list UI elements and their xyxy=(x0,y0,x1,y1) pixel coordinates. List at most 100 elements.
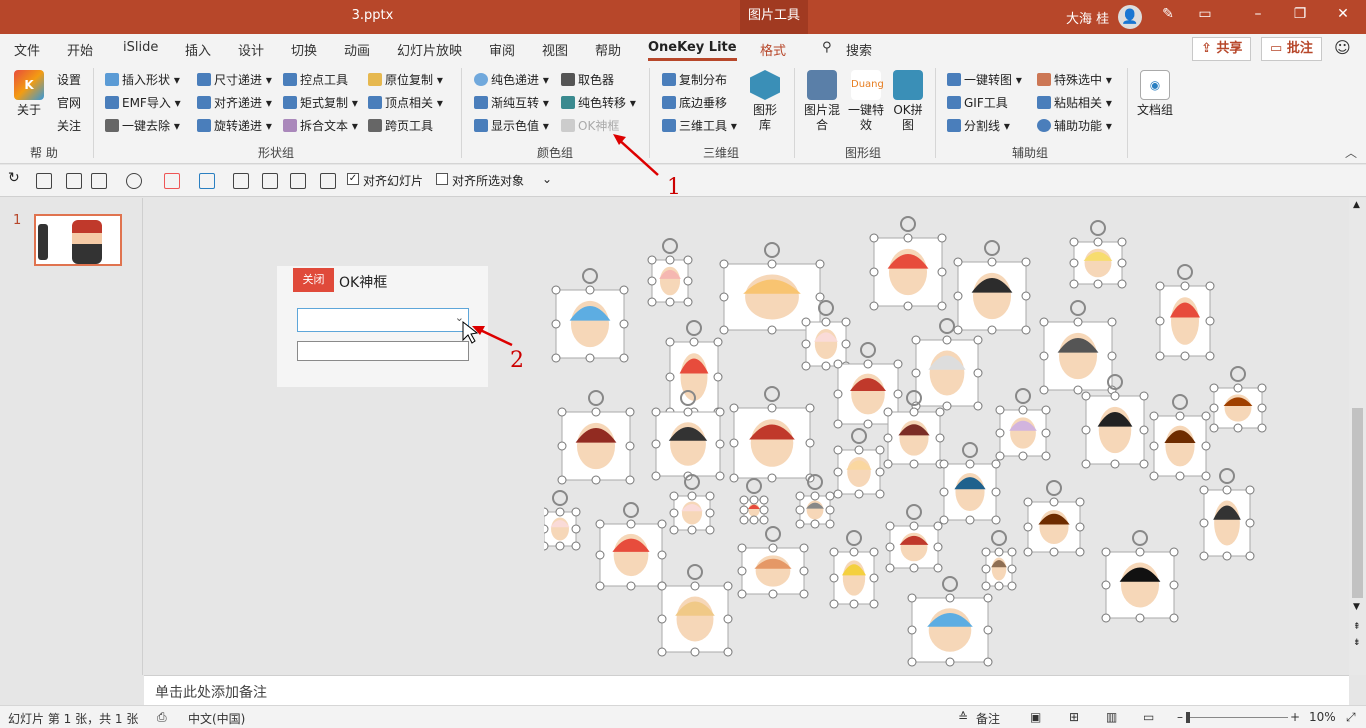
resize-handle[interactable] xyxy=(683,276,693,286)
resize-handle[interactable] xyxy=(1101,613,1111,623)
rotate-handle-icon[interactable] xyxy=(942,576,958,592)
resize-handle[interactable] xyxy=(815,259,825,269)
resize-handle[interactable] xyxy=(883,407,893,417)
resize-handle[interactable] xyxy=(665,297,675,307)
resize-handle[interactable] xyxy=(939,487,949,497)
rotate-handle-icon[interactable] xyxy=(846,530,862,546)
resize-handle[interactable] xyxy=(571,541,581,551)
resize-handle[interactable] xyxy=(1041,405,1051,415)
resize-handle[interactable] xyxy=(551,285,561,295)
selected-picture[interactable] xyxy=(995,388,1051,461)
slideshow-view-icon[interactable]: ▭ xyxy=(1143,710,1154,724)
resize-handle[interactable] xyxy=(863,359,873,369)
resize-handle[interactable] xyxy=(683,255,693,265)
resize-handle[interactable] xyxy=(1205,316,1215,326)
tab-slideshow[interactable]: 幻灯片放映 xyxy=(397,40,462,59)
resize-handle[interactable] xyxy=(875,445,885,455)
rotate-handle-icon[interactable] xyxy=(1132,530,1148,546)
resize-handle[interactable] xyxy=(885,521,895,531)
resize-handle[interactable] xyxy=(737,589,747,599)
resize-handle[interactable] xyxy=(1209,403,1219,413)
resize-handle[interactable] xyxy=(849,599,859,609)
resize-handle[interactable] xyxy=(759,505,769,515)
selected-picture[interactable] xyxy=(907,576,993,667)
zoom-slider[interactable] xyxy=(1190,717,1288,718)
resize-handle[interactable] xyxy=(883,459,893,469)
rotate-handle-icon[interactable] xyxy=(1172,394,1188,410)
tab-file[interactable]: 文件 xyxy=(14,40,40,59)
resize-handle[interactable] xyxy=(571,507,581,517)
resize-handle[interactable] xyxy=(942,401,952,411)
resize-handle[interactable] xyxy=(1007,547,1017,557)
three-d-tools-button[interactable]: 三维工具 ▾ xyxy=(662,117,737,134)
resize-handle[interactable] xyxy=(1180,281,1190,291)
resize-handle[interactable] xyxy=(869,233,879,243)
resize-handle[interactable] xyxy=(705,508,715,518)
resize-handle[interactable] xyxy=(841,317,851,327)
minimize-icon[interactable]: – xyxy=(1248,6,1268,22)
resize-handle[interactable] xyxy=(683,407,693,417)
selected-picture[interactable] xyxy=(1149,394,1211,481)
resize-handle[interactable] xyxy=(1069,258,1079,268)
resize-handle[interactable] xyxy=(945,657,955,667)
resize-handle[interactable] xyxy=(1007,581,1017,591)
scroll-down-icon[interactable]: ▼ xyxy=(1353,602,1360,612)
resize-handle[interactable] xyxy=(729,403,739,413)
rotate-handle-icon[interactable] xyxy=(662,238,678,254)
resize-handle[interactable] xyxy=(1135,613,1145,623)
resize-handle[interactable] xyxy=(1101,547,1111,557)
resize-handle[interactable] xyxy=(690,581,700,591)
resize-handle[interactable] xyxy=(1233,423,1243,433)
resize-handle[interactable] xyxy=(981,564,991,574)
resize-handle[interactable] xyxy=(651,407,661,417)
scroll-thumb[interactable] xyxy=(1352,408,1363,598)
share-button[interactable]: ⇪ 共享 xyxy=(1192,37,1252,61)
resize-handle[interactable] xyxy=(739,505,749,515)
zoom-in-icon[interactable]: + xyxy=(1290,710,1300,724)
resize-handle[interactable] xyxy=(1081,425,1091,435)
resize-handle[interactable] xyxy=(829,547,839,557)
selected-picture[interactable] xyxy=(1199,468,1255,561)
resize-handle[interactable] xyxy=(863,419,873,429)
selected-picture[interactable] xyxy=(647,238,693,307)
resize-handle[interactable] xyxy=(759,515,769,525)
resize-handle[interactable] xyxy=(795,519,805,529)
resize-handle[interactable] xyxy=(626,519,636,529)
resize-handle[interactable] xyxy=(933,542,943,552)
resize-handle[interactable] xyxy=(1201,411,1211,421)
resize-handle[interactable] xyxy=(1107,351,1117,361)
resize-handle[interactable] xyxy=(1209,423,1219,433)
resize-handle[interactable] xyxy=(1257,423,1267,433)
resize-handle[interactable] xyxy=(1169,547,1179,557)
resize-handle[interactable] xyxy=(795,491,805,501)
resize-handle[interactable] xyxy=(1149,441,1159,451)
vertex-button[interactable]: 顶点相关 ▾ xyxy=(368,94,443,111)
resize-handle[interactable] xyxy=(719,259,729,269)
fill-color-icon[interactable] xyxy=(164,173,180,189)
resize-handle[interactable] xyxy=(935,433,945,443)
rotate-handle-icon[interactable] xyxy=(900,216,916,232)
resize-handle[interactable] xyxy=(1117,279,1127,289)
notes-icon[interactable]: ≙ xyxy=(958,710,968,724)
resize-handle[interactable] xyxy=(935,407,945,417)
resize-handle[interactable] xyxy=(759,495,769,505)
tab-insert[interactable]: 插入 xyxy=(185,40,211,59)
resize-handle[interactable] xyxy=(1233,383,1243,393)
handle-tool-button[interactable]: 控点工具 xyxy=(283,71,348,88)
website-button[interactable]: 官网 xyxy=(57,94,81,111)
resize-handle[interactable] xyxy=(1205,351,1215,361)
resize-handle[interactable] xyxy=(909,563,919,573)
resize-handle[interactable] xyxy=(657,614,667,624)
rotate-handle-icon[interactable] xyxy=(1230,366,1246,382)
resize-handle[interactable] xyxy=(555,507,565,517)
restore-icon[interactable]: ❐ xyxy=(1290,6,1310,22)
align-center-icon[interactable] xyxy=(233,173,249,189)
resize-handle[interactable] xyxy=(1199,518,1209,528)
resize-handle[interactable] xyxy=(768,543,778,553)
resize-handle[interactable] xyxy=(994,581,1004,591)
resize-handle[interactable] xyxy=(1081,391,1091,401)
selected-picture[interactable] xyxy=(669,474,715,535)
resize-handle[interactable] xyxy=(833,419,843,429)
rotate-handle-icon[interactable] xyxy=(764,386,780,402)
align-step-button[interactable]: 对齐递进 ▾ xyxy=(197,94,272,111)
